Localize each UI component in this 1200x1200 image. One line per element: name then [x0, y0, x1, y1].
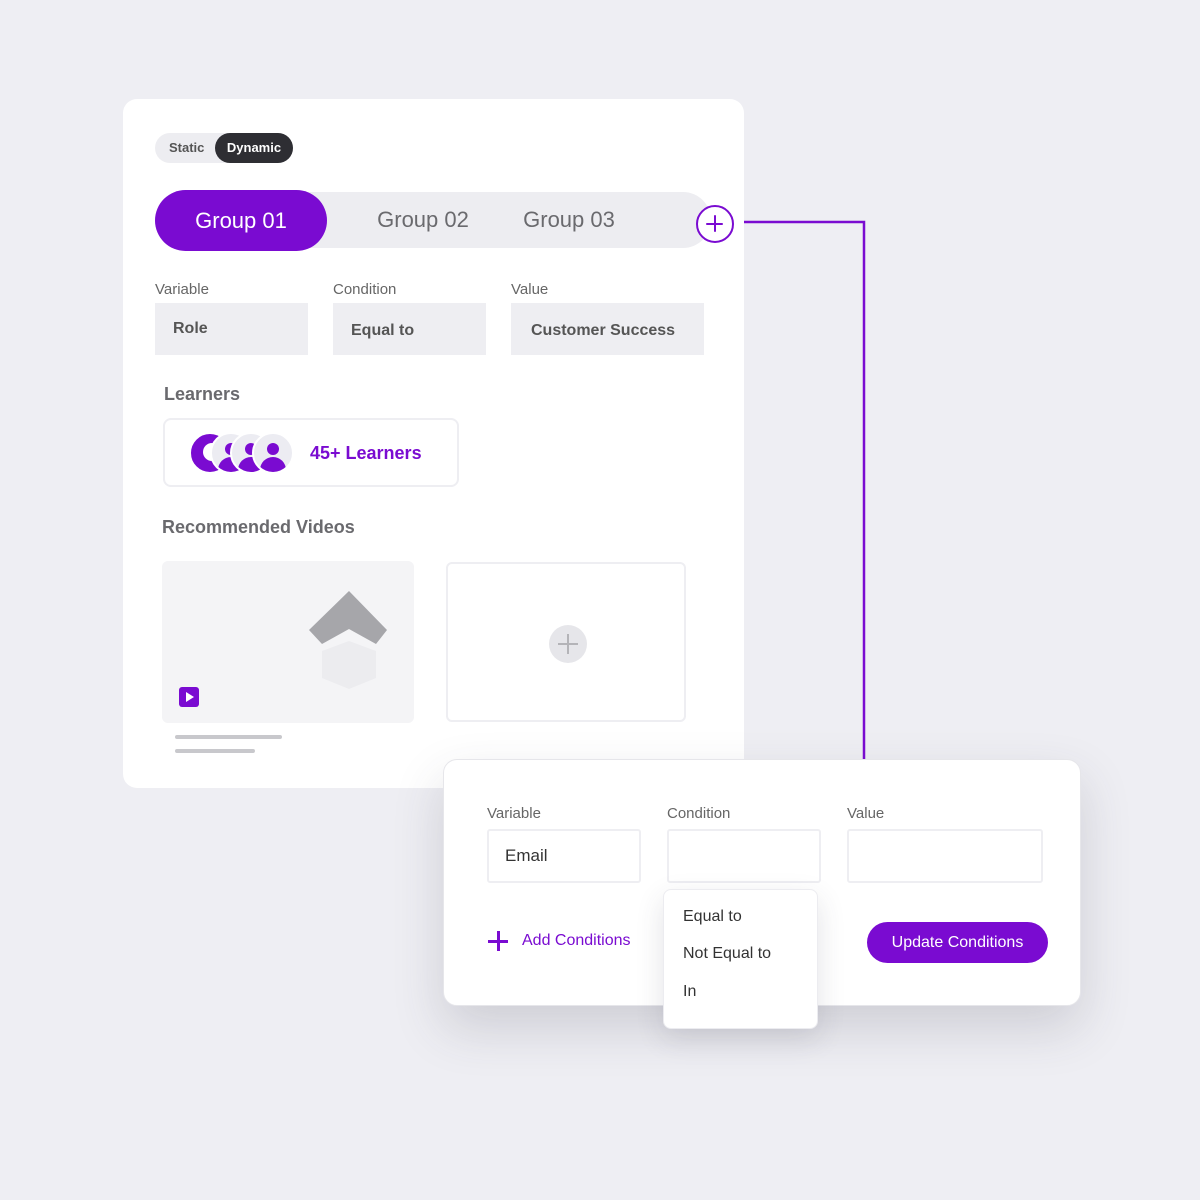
update-conditions-button[interactable]: Update Conditions — [867, 922, 1048, 963]
variable-field[interactable]: Role — [155, 303, 308, 355]
dropdown-option-not-equal-to[interactable]: Not Equal to — [683, 945, 771, 963]
condition-field[interactable]: Equal to — [333, 303, 486, 355]
learners-summary[interactable]: 45+ Learners — [163, 418, 459, 487]
value-field[interactable]: Customer Success — [511, 303, 704, 355]
group-tabs: Group 01 Group 02 Group 03 — [155, 190, 711, 251]
condition-label: Condition — [333, 281, 397, 298]
tab-group-02[interactable]: Group 02 — [361, 192, 485, 248]
value-label: Value — [511, 281, 549, 298]
panel-value-label: Value — [847, 805, 885, 822]
recommended-videos-heading: Recommended Videos — [162, 517, 355, 537]
video-title-placeholder — [175, 735, 282, 739]
add-video-card[interactable] — [446, 562, 686, 722]
learners-heading: Learners — [164, 384, 241, 404]
panel-condition-select[interactable] — [667, 829, 821, 883]
play-icon — [179, 687, 199, 707]
video-thumbnail[interactable] — [162, 561, 414, 723]
mode-toggle[interactable]: Static Dynamic — [155, 133, 293, 163]
panel-condition-label: Condition — [667, 805, 731, 822]
mode-dynamic-option[interactable]: Dynamic — [215, 133, 293, 163]
panel-value-input[interactable] — [847, 829, 1043, 883]
tab-group-03[interactable]: Group 03 — [507, 192, 631, 248]
add-group-button[interactable] — [696, 205, 734, 243]
avatar-icon — [252, 432, 294, 474]
add-conditions-label: Add Conditions — [522, 932, 631, 949]
mode-static-option[interactable]: Static — [169, 133, 204, 163]
plus-icon — [488, 931, 508, 951]
group-builder-card: Static Dynamic Group 01 Group 02 Group 0… — [123, 99, 744, 788]
variable-label: Variable — [155, 281, 209, 298]
dropdown-option-in[interactable]: In — [683, 983, 696, 1001]
condition-dropdown-menu: Equal to Not Equal to In — [663, 889, 818, 1029]
dropdown-option-equal-to[interactable]: Equal to — [683, 908, 742, 926]
tab-group-01[interactable]: Group 01 — [155, 190, 327, 251]
panel-variable-label: Variable — [487, 805, 541, 822]
panel-variable-input[interactable]: Email — [487, 829, 641, 883]
canvas: Static Dynamic Group 01 Group 02 Group 0… — [0, 0, 1200, 1200]
video-subtitle-placeholder — [175, 749, 255, 753]
plus-icon — [549, 625, 587, 663]
graduation-cap-icon — [309, 591, 387, 689]
learners-count: 45+ Learners — [310, 443, 422, 463]
